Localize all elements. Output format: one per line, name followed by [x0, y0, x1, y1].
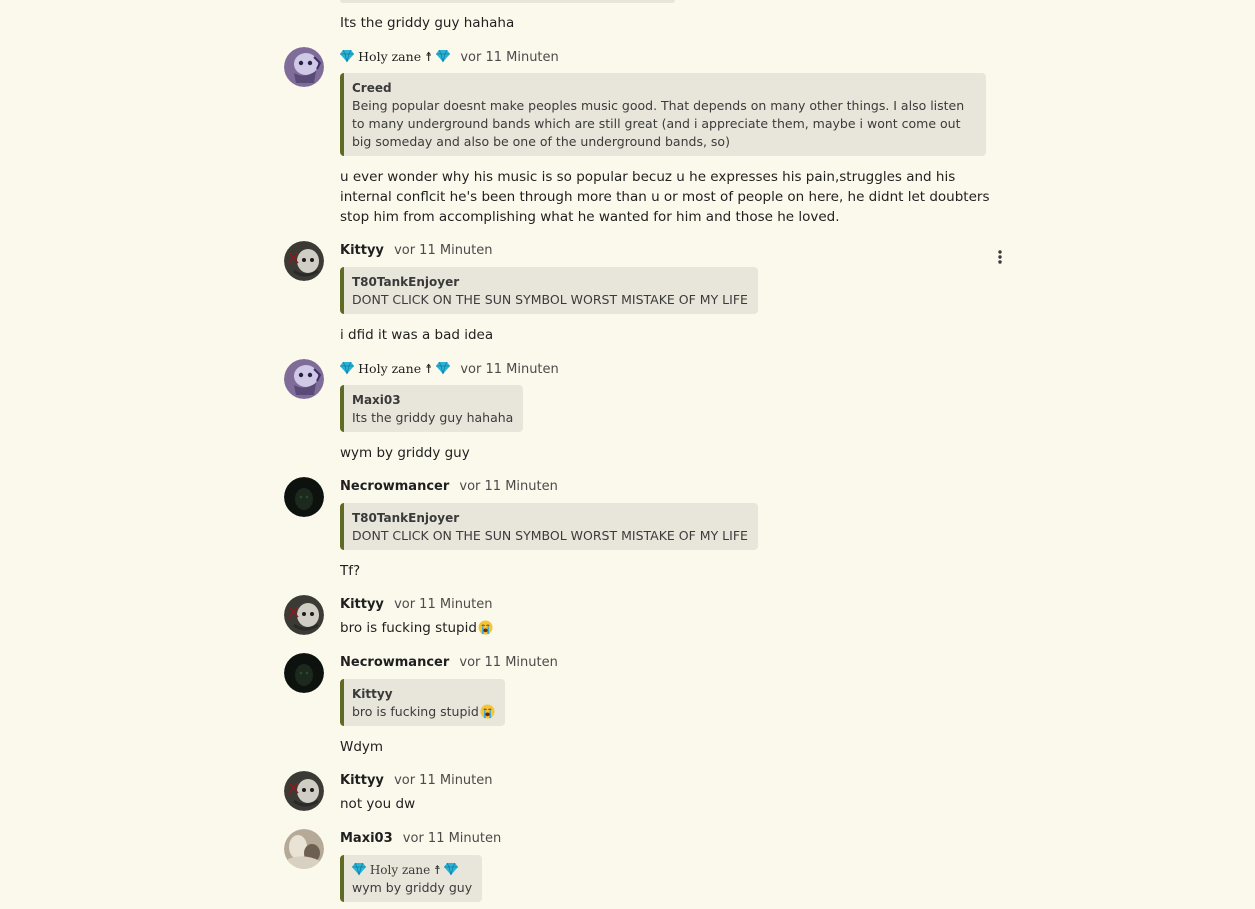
- quote-block-edge: [340, 0, 675, 3]
- avatar[interactable]: [284, 829, 324, 869]
- comment-text: wym by griddy guy: [340, 445, 470, 461]
- timestamp: vor 11 Minuten: [459, 655, 558, 670]
- author-cross: ☨: [425, 49, 433, 64]
- comment-meta: Kittyy vor 11 Minuten: [340, 771, 990, 791]
- quoted-author: Maxi03: [352, 393, 401, 407]
- author-cross: ☨: [425, 361, 433, 376]
- diamond-icon: [340, 361, 354, 375]
- comment-text: i dfid it was a bad idea: [340, 327, 494, 343]
- quoted-text-content: bro is fucking stupid: [352, 704, 479, 719]
- timestamp: vor 11 Minuten: [394, 597, 493, 612]
- quoted-reply[interactable]: Kittyy bro is fucking stupid: [340, 679, 505, 726]
- comment-text: bro is fucking stupid: [340, 618, 990, 638]
- comment-meta: Holy zane ☨ vor 11 Minuten: [340, 47, 990, 67]
- comment-text-content: bro is fucking stupid: [340, 620, 477, 636]
- quoted-author: Creed: [352, 81, 392, 95]
- timestamp: vor 11 Minuten: [402, 831, 502, 846]
- author-name[interactable]: Holy zane: [358, 49, 421, 64]
- comment-meta: Holy zane ☨ vor 11 Minuten: [340, 359, 990, 379]
- author-name[interactable]: Necrowmancer: [340, 655, 449, 670]
- avatar[interactable]: [284, 359, 324, 399]
- author-name[interactable]: Necrowmancer: [340, 479, 449, 494]
- avatar[interactable]: [284, 595, 324, 635]
- quoted-reply[interactable]: Maxi03 Its the griddy guy hahaha: [340, 385, 524, 432]
- quoted-author-name: Holy zane: [369, 863, 431, 877]
- more-vertical-icon[interactable]: [994, 248, 1006, 266]
- comment-text: Its the griddy guy hahaha: [340, 15, 515, 31]
- author-name[interactable]: Kittyy: [340, 243, 384, 258]
- avatar[interactable]: [284, 771, 324, 811]
- comment-meta: Maxi03 vor 11 Minuten: [340, 829, 990, 849]
- author-name[interactable]: Maxi03: [340, 831, 393, 846]
- loudly-crying-face-emoji: [480, 704, 495, 719]
- quoted-author: Holy zane ☨: [352, 861, 472, 879]
- comment-text: not you dw: [340, 796, 416, 812]
- avatar[interactable]: [284, 653, 324, 693]
- comment-feed: Its the griddy guy hahaha Holy zane ☨ vo…: [0, 0, 1255, 909]
- comment-text: Wdym: [340, 739, 384, 755]
- quoted-text: DONT CLICK ON THE SUN SYMBOL WORST MISTA…: [352, 292, 748, 307]
- quoted-text: Being popular doesnt make peoples music …: [352, 98, 965, 149]
- avatar[interactable]: [284, 241, 324, 281]
- quoted-reply[interactable]: T80TankEnjoyer DONT CLICK ON THE SUN SYM…: [340, 503, 758, 550]
- avatar[interactable]: [284, 477, 324, 517]
- diamond-icon: [444, 862, 459, 876]
- quoted-text: DONT CLICK ON THE SUN SYMBOL WORST MISTA…: [352, 528, 748, 543]
- timestamp: vor 11 Minuten: [460, 50, 559, 65]
- comment-meta: Necrowmancer vor 11 Minuten: [340, 653, 990, 673]
- quoted-text: wym by griddy guy: [352, 880, 473, 895]
- author-name[interactable]: Kittyy: [340, 773, 384, 788]
- quoted-reply[interactable]: Creed Being popular doesnt make peoples …: [340, 73, 986, 156]
- comment-text: Tf?: [340, 563, 361, 579]
- quoted-author: T80TankEnjoyer: [352, 275, 460, 289]
- diamond-icon: [436, 49, 451, 63]
- quoted-reply[interactable]: Holy zane ☨ wym by griddy guy: [340, 855, 483, 902]
- quoted-reply[interactable]: T80TankEnjoyer DONT CLICK ON THE SUN SYM…: [340, 267, 758, 314]
- quoted-author: T80TankEnjoyer: [352, 511, 460, 525]
- comment-meta: Kittyy vor 11 Minuten: [340, 241, 990, 261]
- timestamp: vor 11 Minuten: [394, 243, 493, 258]
- loudly-crying-face-emoji: [478, 620, 493, 635]
- diamond-icon: [436, 361, 451, 375]
- timestamp: vor 11 Minuten: [460, 362, 559, 377]
- diamond-icon: [352, 862, 366, 876]
- quoted-text: bro is fucking stupid: [352, 703, 495, 721]
- timestamp: vor 11 Minuten: [394, 773, 493, 788]
- author-name[interactable]: Holy zane: [358, 361, 421, 376]
- quoted-author: Kittyy: [352, 687, 393, 701]
- comment-text: u ever wonder why his music is so popula…: [340, 169, 990, 225]
- timestamp: vor 11 Minuten: [459, 479, 558, 494]
- author-cross: ☨: [434, 863, 441, 877]
- quoted-text: Its the griddy guy hahaha: [352, 410, 514, 425]
- avatar[interactable]: [284, 47, 324, 87]
- author-name[interactable]: Kittyy: [340, 597, 384, 612]
- comment-meta: Necrowmancer vor 11 Minuten: [340, 477, 990, 497]
- diamond-icon: [340, 49, 354, 63]
- comment-meta: Kittyy vor 11 Minuten: [340, 595, 990, 615]
